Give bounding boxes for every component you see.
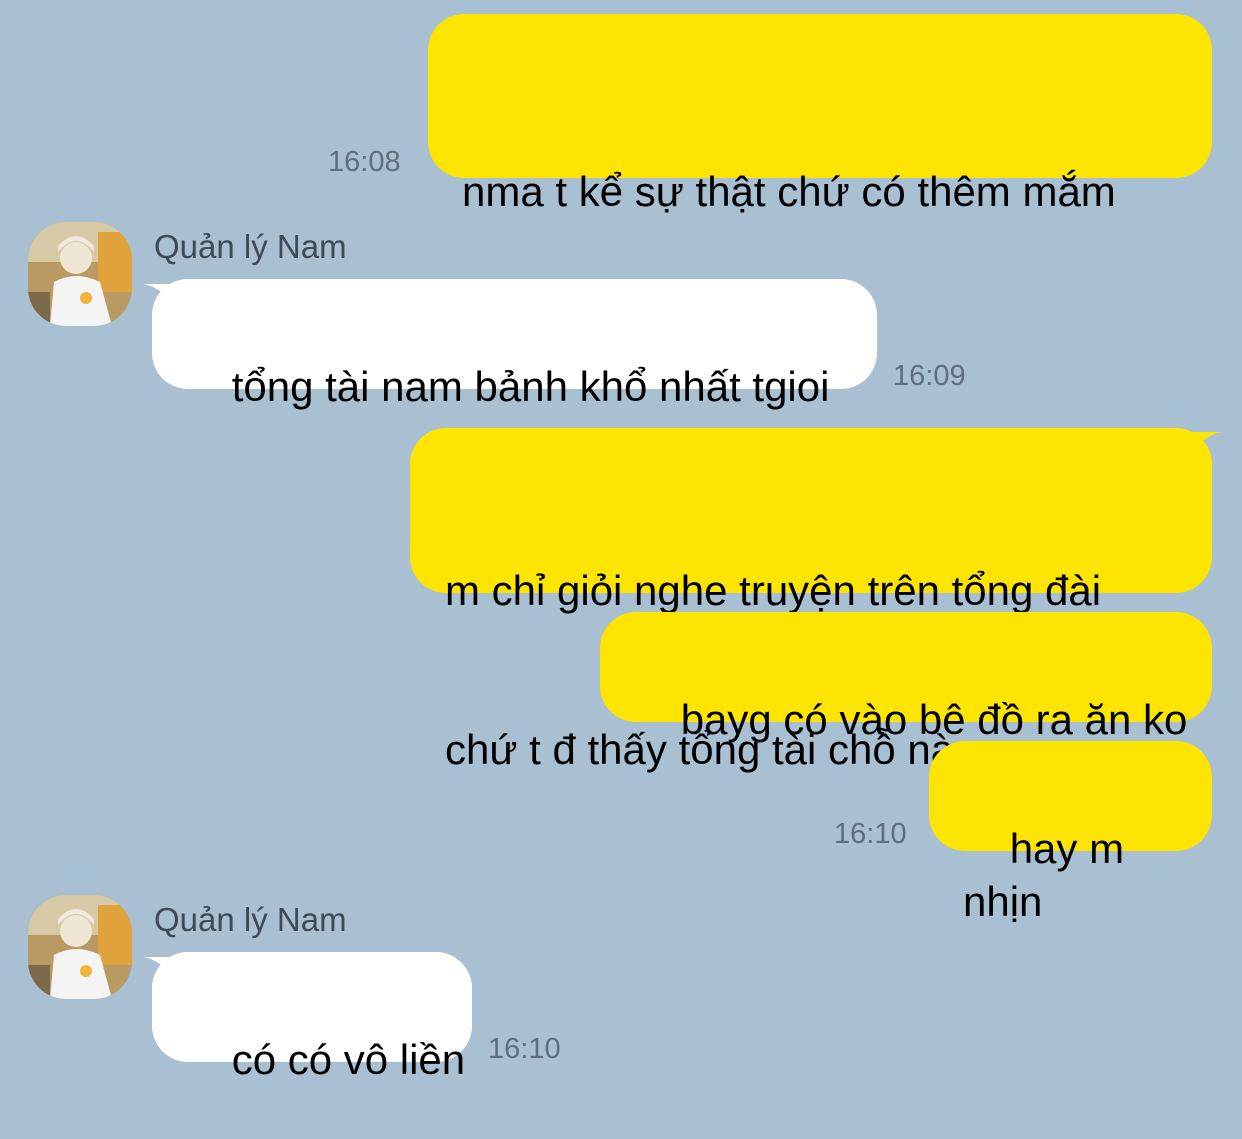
- incoming-message-bubble[interactable]: có có vô liền: [152, 952, 472, 1083]
- message-text: tổng tài nam bảnh khổ nhất tgioi: [231, 363, 830, 410]
- sender-name: Quản lý Nam: [154, 901, 347, 938]
- message-timestamp: 16:09: [893, 360, 966, 392]
- outgoing-message-bubble[interactable]: bayg có vào bê đồ ra ăn ko: [600, 612, 1212, 743]
- message-text-line: nma t kể sự thật chứ có thêm mắm: [462, 168, 1116, 215]
- avatar[interactable]: [28, 222, 132, 326]
- avatar-photo-icon: [28, 222, 132, 326]
- sender-name: Quản lý Nam: [154, 228, 347, 265]
- message-timestamp: 16:08: [328, 146, 401, 178]
- message-text: bayg có vào bê đồ ra ăn ko: [680, 696, 1188, 743]
- bubble-tail: [1192, 432, 1222, 450]
- outgoing-message-bubble[interactable]: hay m nhịn: [929, 741, 1212, 925]
- outgoing-message-bubble[interactable]: m chỉ giỏi nghe truyện trên tổng đài chứ…: [410, 428, 1212, 773]
- incoming-message-bubble[interactable]: tổng tài nam bảnh khổ nhất tgioi: [152, 279, 877, 410]
- chat-area: nma t kể sự thật chứ có thêm mắm dặm muố…: [0, 0, 1242, 1083]
- message-timestamp: 16:10: [834, 818, 907, 850]
- message-text-line: m chỉ giỏi nghe truyện trên tổng đài: [445, 567, 1102, 614]
- avatar[interactable]: [28, 895, 132, 999]
- outgoing-message-bubble[interactable]: nma t kể sự thật chứ có thêm mắm dặm muố…: [428, 14, 1212, 374]
- message-text: có có vô liền: [231, 1036, 466, 1083]
- message-timestamp: 16:10: [488, 1033, 561, 1065]
- avatar-photo-icon: [28, 895, 132, 999]
